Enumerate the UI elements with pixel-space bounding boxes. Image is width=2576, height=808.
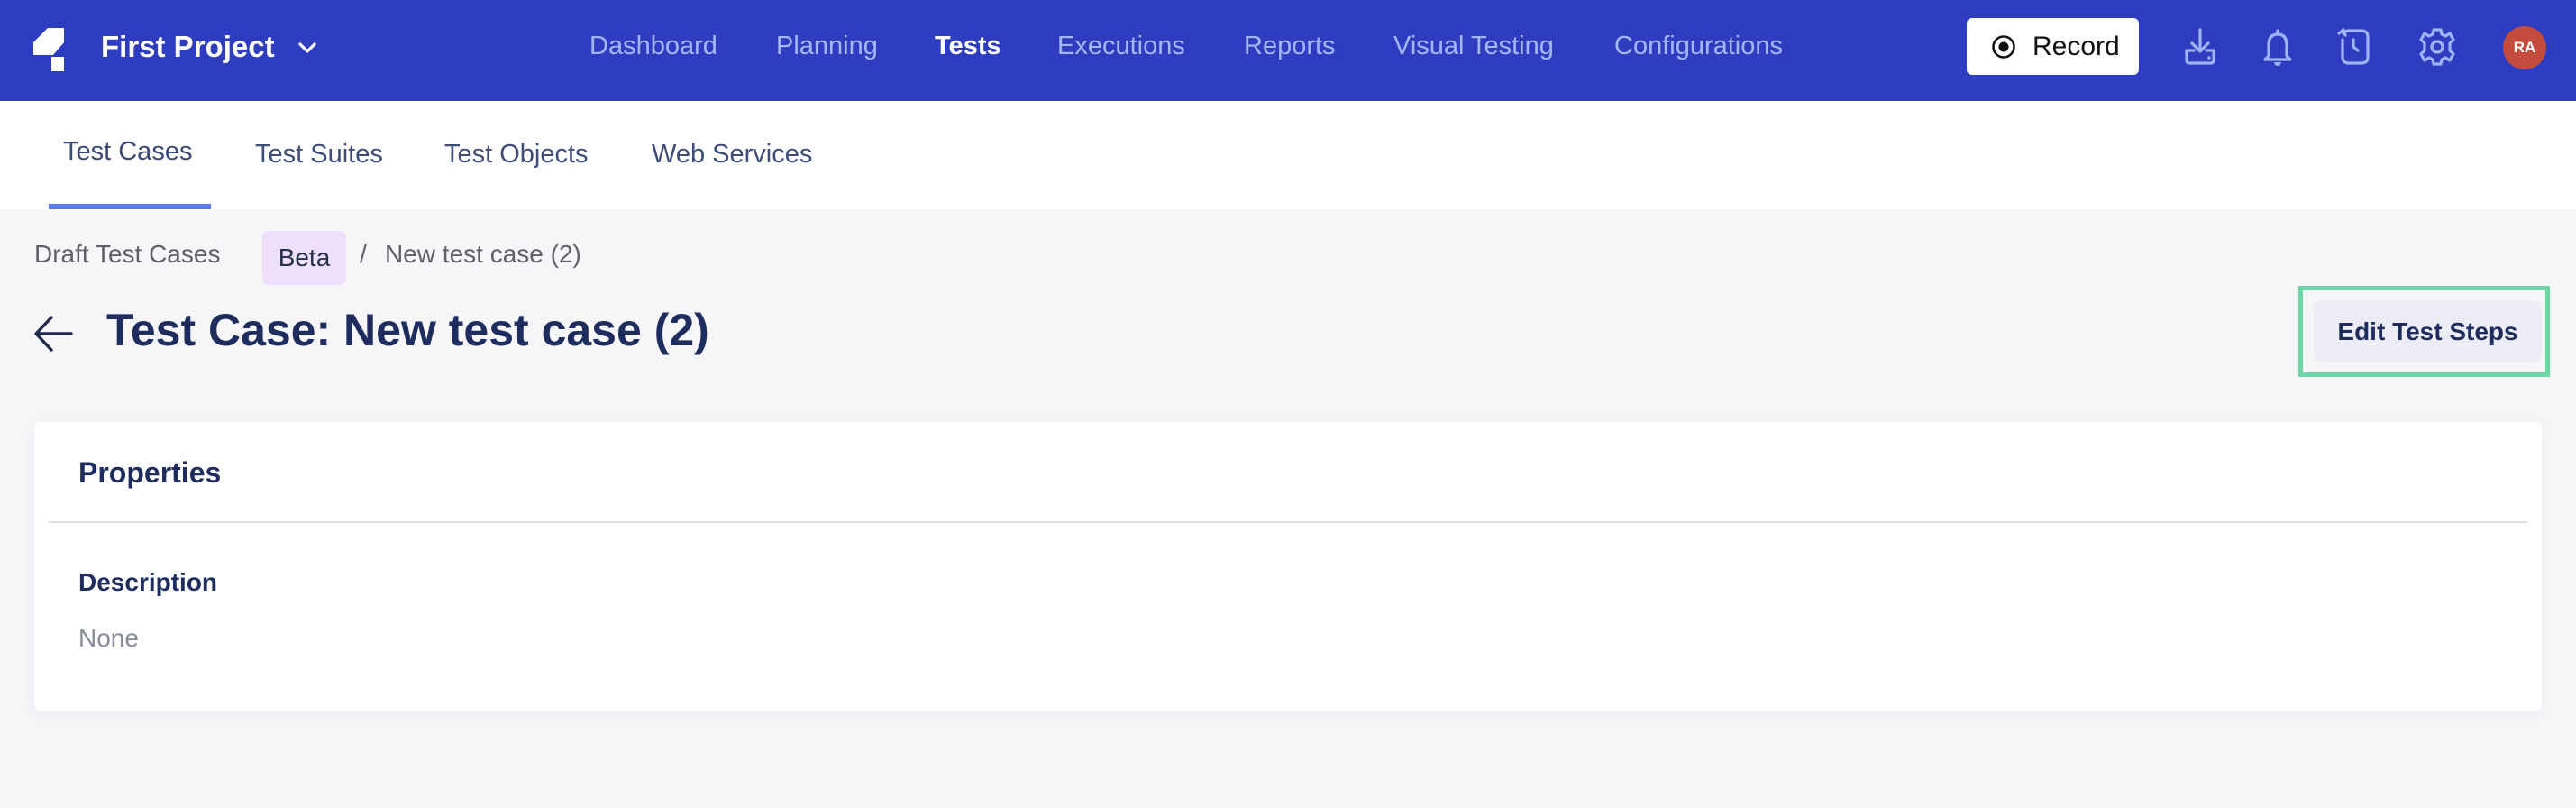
back-arrow-icon[interactable] [33, 313, 75, 354]
breadcrumb-separator: / [360, 240, 367, 268]
download-icon[interactable] [2179, 25, 2222, 69]
breadcrumb-draft-test-cases[interactable]: Draft Test Cases [34, 236, 220, 272]
record-icon [1992, 35, 2015, 59]
edit-test-steps-button[interactable]: Edit Test Steps [2314, 301, 2542, 362]
active-tab-indicator [49, 204, 211, 209]
tab-test-suites[interactable]: Test Suites [255, 135, 383, 173]
tab-web-services[interactable]: Web Services [652, 135, 812, 173]
nav-configurations[interactable]: Configurations [1614, 28, 1783, 64]
nav-executions[interactable]: Executions [1057, 28, 1185, 64]
record-label: Record [2032, 32, 2120, 61]
user-avatar[interactable]: RA [2503, 26, 2546, 69]
sub-navigation: Test Cases Test Suites Test Objects Web … [0, 101, 2576, 209]
description-label: Description [78, 568, 218, 596]
card-divider [49, 521, 2527, 523]
nav-planning[interactable]: Planning [776, 28, 878, 64]
tab-test-cases[interactable]: Test Cases [63, 133, 192, 170]
nav-tests[interactable]: Tests [935, 28, 1001, 64]
chevron-down-icon[interactable] [296, 36, 319, 60]
nav-dashboard[interactable]: Dashboard [589, 28, 717, 64]
breadcrumb-current: New test case (2) [385, 240, 581, 268]
beta-badge: Beta [262, 231, 346, 285]
gear-icon[interactable] [2416, 25, 2459, 69]
record-button[interactable]: Record [1967, 18, 2139, 75]
top-navigation-bar: First Project Dashboard Planning Tests E… [0, 0, 2576, 101]
bell-icon[interactable] [2256, 25, 2299, 69]
katalon-logo-icon[interactable] [33, 28, 64, 71]
properties-card: Properties Description None [34, 422, 2542, 711]
page-title: Test Case: New test case (2) [106, 305, 709, 355]
nav-reports[interactable]: Reports [1244, 28, 1336, 64]
nav-visual-testing[interactable]: Visual Testing [1393, 28, 1554, 64]
tab-test-objects[interactable]: Test Objects [444, 135, 589, 173]
properties-title: Properties [78, 456, 222, 489]
history-icon[interactable] [2334, 25, 2377, 69]
description-value: None [78, 624, 139, 652]
project-name[interactable]: First Project [101, 29, 275, 65]
